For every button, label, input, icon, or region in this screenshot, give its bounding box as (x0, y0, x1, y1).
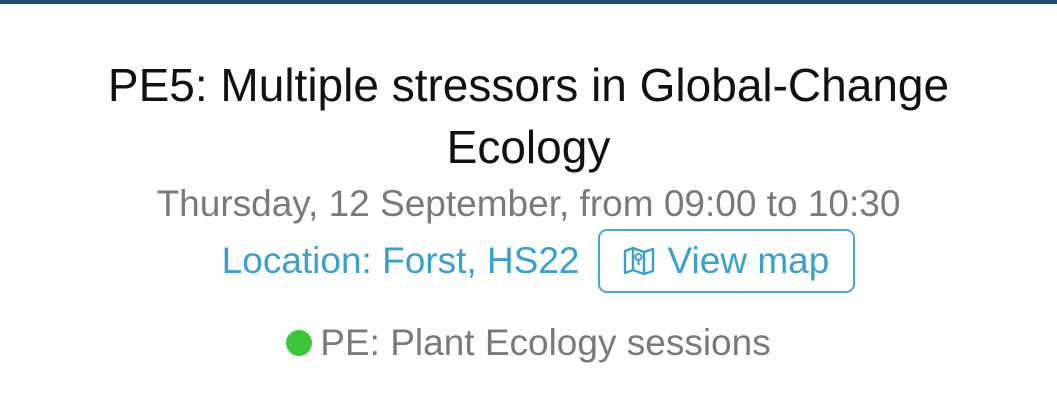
session-datetime: Thursday, 12 September, from 09:00 to 10… (156, 183, 901, 224)
session-location: Location: Forst, HS22 (221, 240, 580, 281)
track-color-dot (286, 330, 313, 356)
session-title: PE5: Multiple stressors in Global-Change… (107, 59, 950, 173)
location-row: Location: Forst, HS22 View map (0, 228, 1057, 294)
view-map-label: View map (667, 240, 830, 281)
track-label: PE: Plant Ecology sessions (320, 322, 771, 363)
map-icon (623, 246, 654, 276)
top-accent-bar (0, 0, 1057, 4)
view-map-button[interactable]: View map (597, 229, 856, 293)
session-track: PE: Plant Ecology sessions (0, 320, 1057, 366)
